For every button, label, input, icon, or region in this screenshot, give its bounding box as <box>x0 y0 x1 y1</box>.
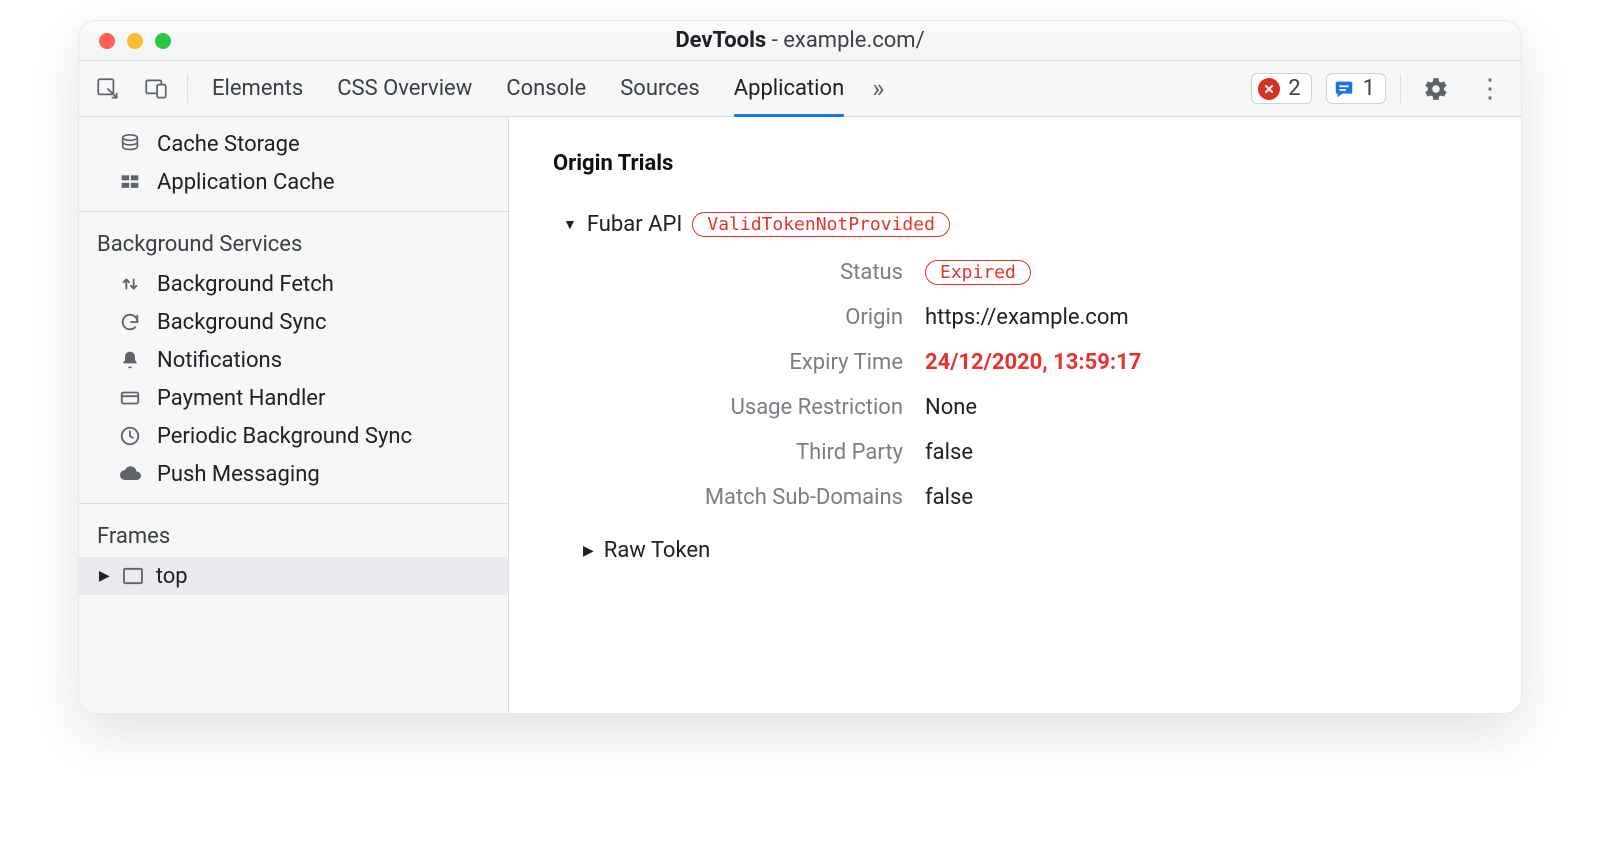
expand-triangle-icon: ▼ <box>563 218 577 232</box>
toolbar-divider <box>187 75 188 103</box>
tab-elements[interactable]: Elements <box>212 61 303 116</box>
window-title: DevTools - example.com/ <box>79 28 1521 53</box>
raw-token-label: Raw Token <box>604 538 710 563</box>
expand-triangle-icon: ▶ <box>583 544 594 558</box>
message-icon <box>1333 78 1355 100</box>
sidebar-item-push-messaging[interactable]: Push Messaging <box>79 455 508 493</box>
expand-triangle-icon[interactable]: ▶ <box>99 569 110 583</box>
messages-badge[interactable]: 1 <box>1326 73 1386 104</box>
match-subdomains-label: Match Sub-Domains <box>705 485 903 510</box>
trial-details: Status Expired Origin https://example.co… <box>603 259 1477 510</box>
application-main-panel: Origin Trials ▼ Fubar API ValidTokenNotP… <box>509 117 1521 713</box>
bell-icon <box>117 347 143 373</box>
settings-icon[interactable] <box>1415 76 1457 102</box>
tab-css-overview[interactable]: CSS Overview <box>337 61 472 116</box>
messages-count: 1 <box>1363 76 1375 101</box>
more-menu-icon[interactable]: ⋮ <box>1471 74 1509 104</box>
usage-label: Usage Restriction <box>731 395 903 420</box>
match-subdomains-value: false <box>925 485 1477 510</box>
token-status-pill: ValidTokenNotProvided <box>692 212 950 237</box>
page-title: Origin Trials <box>553 151 1477 176</box>
tabs-overflow-icon[interactable]: » <box>872 74 884 104</box>
sidebar-item-notifications[interactable]: Notifications <box>79 341 508 379</box>
toolbar-divider <box>1400 75 1401 103</box>
sidebar-label: Application Cache <box>157 170 335 195</box>
raw-token-row[interactable]: ▶ Raw Token <box>583 538 1477 563</box>
frame-label: top <box>156 564 188 589</box>
expiry-label: Expiry Time <box>789 350 903 375</box>
traffic-zoom-icon[interactable] <box>155 33 171 49</box>
devtools-window: DevTools - example.com/ Elements CSS Ov <box>78 20 1522 714</box>
window-title-app: DevTools <box>675 28 766 53</box>
errors-badge[interactable]: 2 <box>1251 73 1311 104</box>
clock-icon <box>117 423 143 449</box>
database-icon <box>117 131 143 157</box>
mac-titlebar: DevTools - example.com/ <box>79 21 1521 61</box>
up-down-arrows-icon <box>117 271 143 297</box>
sidebar-item-application-cache[interactable]: Application Cache <box>79 163 508 201</box>
sync-icon <box>117 309 143 335</box>
frame-icon <box>120 563 146 589</box>
device-toolbar-icon[interactable] <box>139 72 173 106</box>
inspect-element-icon[interactable] <box>91 72 125 106</box>
sidebar-item-periodic-background-sync[interactable]: Periodic Background Sync <box>79 417 508 455</box>
error-icon <box>1258 78 1280 100</box>
cloud-icon <box>117 461 143 487</box>
main-toolbar: Elements CSS Overview Console Sources Ap… <box>79 61 1521 117</box>
expiry-value: 24/12/2020, 13:59:17 <box>925 350 1477 375</box>
origin-label: Origin <box>845 305 903 330</box>
sidebar-item-cache-storage[interactable]: Cache Storage <box>79 125 508 163</box>
sidebar-label: Cache Storage <box>157 132 300 157</box>
tab-console[interactable]: Console <box>506 61 586 116</box>
tab-application[interactable]: Application <box>734 61 844 116</box>
window-title-url: example.com/ <box>783 28 924 53</box>
credit-card-icon <box>117 385 143 411</box>
tab-sources[interactable]: Sources <box>620 61 700 116</box>
traffic-minimize-icon[interactable] <box>127 33 143 49</box>
sidebar-item-background-sync[interactable]: Background Sync <box>79 303 508 341</box>
trial-name: Fubar API <box>587 212 683 237</box>
panel-tabs: Elements CSS Overview Console Sources Ap… <box>212 61 844 116</box>
sidebar-item-background-fetch[interactable]: Background Fetch <box>79 265 508 303</box>
sidebar-label: Periodic Background Sync <box>157 424 412 449</box>
sidebar-group-frames: Frames <box>79 514 508 557</box>
third-party-label: Third Party <box>796 440 903 465</box>
sidebar-item-frame-top[interactable]: ▶ top <box>79 557 508 595</box>
trial-row[interactable]: ▼ Fubar API ValidTokenNotProvided <box>563 212 1477 237</box>
sidebar-label: Payment Handler <box>157 386 325 411</box>
traffic-close-icon[interactable] <box>99 33 115 49</box>
status-label: Status <box>840 260 903 285</box>
sidebar-label: Notifications <box>157 348 282 373</box>
sidebar-label: Background Fetch <box>157 272 334 297</box>
sidebar-label: Background Sync <box>157 310 327 335</box>
errors-count: 2 <box>1288 76 1300 101</box>
usage-value: None <box>925 395 1477 420</box>
sidebar-group-background: Background Services <box>79 222 508 265</box>
sidebar-item-payment-handler[interactable]: Payment Handler <box>79 379 508 417</box>
grid-icon <box>117 169 143 195</box>
third-party-value: false <box>925 440 1477 465</box>
sidebar-label: Push Messaging <box>157 462 320 487</box>
application-sidebar: Cache Storage Application Cache Backgrou… <box>79 117 509 713</box>
origin-value: https://example.com <box>925 305 1477 330</box>
status-value: Expired <box>925 259 1477 285</box>
